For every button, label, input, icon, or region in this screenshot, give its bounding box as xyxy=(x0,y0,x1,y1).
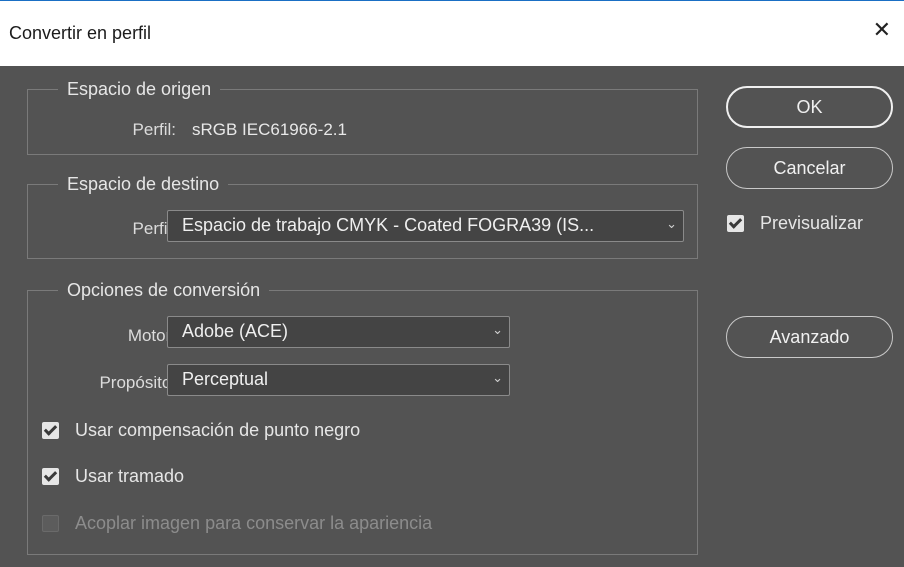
intent-label: Propósito: xyxy=(99,373,176,392)
intent-value: Perceptual xyxy=(182,369,269,389)
dither-label[interactable]: Usar tramado xyxy=(75,464,184,488)
advanced-button[interactable]: Avanzado xyxy=(726,316,893,358)
source-profile-label: Perfil: xyxy=(132,120,176,139)
engine-select[interactable]: Adobe (ACE) ⌄ xyxy=(167,316,510,348)
window-title: Convertir en perfil xyxy=(9,23,152,43)
chevron-down-icon: ⌄ xyxy=(492,370,503,385)
dialog-body: Espacio de origen Perfil: sRGB IEC61966-… xyxy=(8,66,904,567)
destination-space-group: Espacio de destino Perfil: Espacio de tr… xyxy=(27,172,698,259)
conversion-options-group: Opciones de conversión Motor: Adobe (ACE… xyxy=(27,278,698,555)
source-space-group: Espacio de origen Perfil: sRGB IEC61966-… xyxy=(27,77,698,155)
engine-label: Motor: xyxy=(127,326,176,345)
chevron-down-icon: ⌄ xyxy=(666,216,677,231)
flatten-label: Acoplar imagen para conservar la aparien… xyxy=(75,513,433,533)
engine-value: Adobe (ACE) xyxy=(182,321,289,341)
flatten-checkbox xyxy=(42,515,59,532)
destination-space-legend: Espacio de destino xyxy=(58,172,229,196)
ok-button[interactable]: OK xyxy=(726,86,893,128)
black-point-label[interactable]: Usar compensación de punto negro xyxy=(75,418,360,442)
preview-checkbox[interactable] xyxy=(727,215,744,232)
destination-profile-value: Espacio de trabajo CMYK - Coated FOGRA39… xyxy=(182,215,595,235)
cancel-button[interactable]: Cancelar xyxy=(726,147,893,189)
destination-profile-label: Perfil: xyxy=(132,219,176,238)
source-profile-value: sRGB IEC61966-2.1 xyxy=(192,120,347,139)
title-bar: Convertir en perfil ✕ xyxy=(0,0,904,66)
black-point-checkbox[interactable] xyxy=(42,422,59,439)
conversion-options-legend: Opciones de conversión xyxy=(58,278,270,302)
destination-profile-select[interactable]: Espacio de trabajo CMYK - Coated FOGRA39… xyxy=(167,210,684,242)
chevron-down-icon: ⌄ xyxy=(492,322,503,337)
close-icon[interactable]: ✕ xyxy=(873,17,891,43)
preview-label[interactable]: Previsualizar xyxy=(760,211,863,235)
source-space-legend: Espacio de origen xyxy=(58,77,221,101)
dither-checkbox[interactable] xyxy=(42,468,59,485)
intent-select[interactable]: Perceptual ⌄ xyxy=(167,364,510,396)
